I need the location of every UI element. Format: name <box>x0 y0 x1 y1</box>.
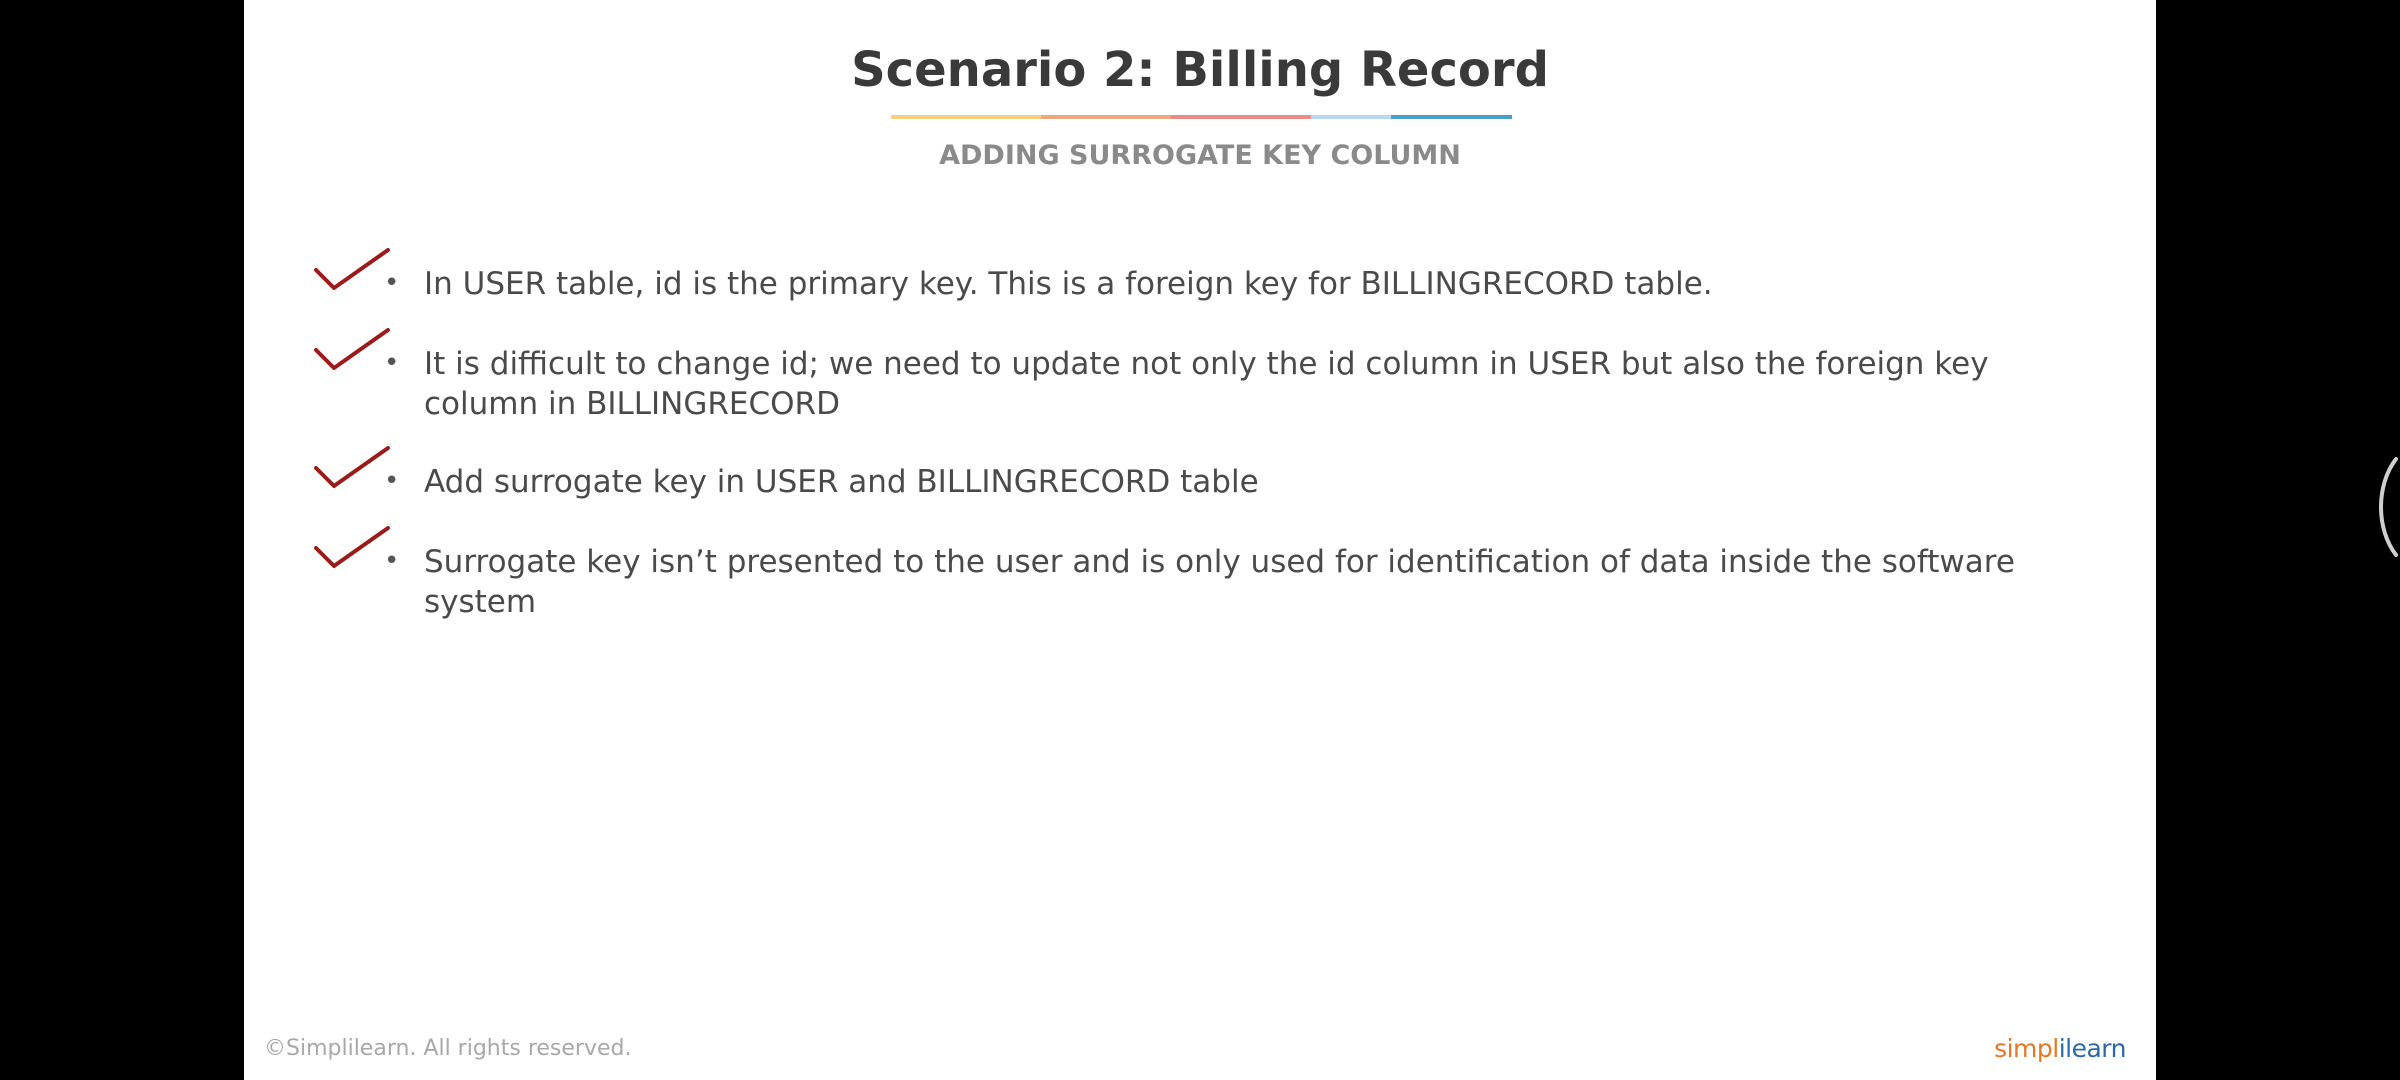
bullet-text: Surrogate key isn’t presented to the use… <box>424 544 2015 620</box>
bullet-text: In USER table, id is the primary key. Th… <box>424 266 1713 302</box>
video-screen: Scenario 2: Billing Record ADDING SURROG… <box>0 0 2400 1080</box>
bullet-dot: • <box>384 546 400 576</box>
simplilearn-logo: simplilearn <box>1994 1034 2126 1063</box>
checkmark-icon <box>314 446 390 488</box>
bullet-list: • In USER table, id is the primary key. … <box>244 0 2156 700</box>
checkmark-icon <box>314 526 390 568</box>
side-handle-icon[interactable] <box>2370 455 2400 559</box>
bullet-dot: • <box>384 348 400 378</box>
bullet-text: It is difficult to change id; we need to… <box>424 346 1989 422</box>
bullet-text: Add surrogate key in USER and BILLINGREC… <box>424 464 1259 500</box>
logo-text-part2: ilearn <box>2058 1034 2127 1063</box>
checkmark-icon <box>314 248 390 290</box>
presentation-slide: Scenario 2: Billing Record ADDING SURROG… <box>244 0 2156 1080</box>
logo-text-part1: simpl <box>1994 1034 2059 1063</box>
bullet-dot: • <box>384 268 400 298</box>
copyright-notice: ©Simplilearn. All rights reserved. <box>264 1036 632 1061</box>
bullet-dot: • <box>384 466 400 496</box>
checkmark-icon <box>314 328 390 370</box>
